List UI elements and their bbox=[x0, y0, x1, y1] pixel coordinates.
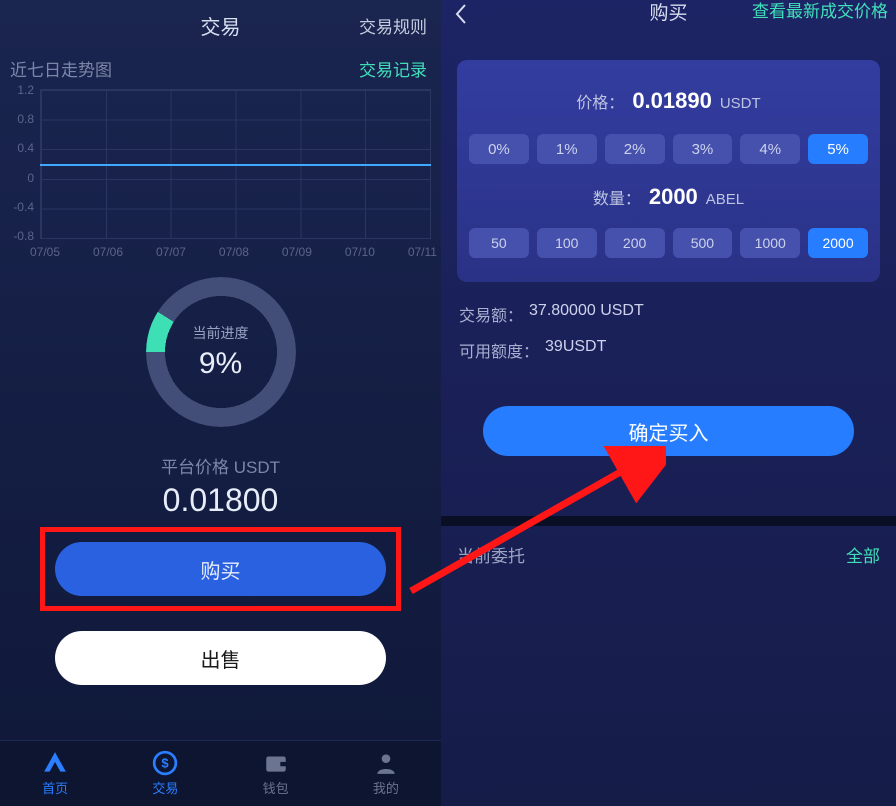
qty-chip-200[interactable]: 200 bbox=[605, 228, 665, 258]
left-header: 交易 交易规则 bbox=[0, 0, 441, 50]
amount-label: 交易额： bbox=[459, 302, 523, 326]
chart-header-row: 近七日走势图 交易记录 bbox=[0, 50, 441, 83]
nav-mine[interactable]: 我的 bbox=[331, 741, 441, 806]
pct-chip-2[interactable]: 2% bbox=[605, 134, 665, 164]
nav-label: 首页 bbox=[42, 778, 68, 797]
orders-all-link[interactable]: 全部 bbox=[846, 542, 880, 567]
nav-label: 钱包 bbox=[263, 778, 289, 797]
avail-label: 可用额度： bbox=[459, 338, 539, 362]
confirm-buy-button[interactable]: 确定买入 bbox=[483, 406, 854, 456]
svg-text:$: $ bbox=[162, 755, 170, 770]
section-divider bbox=[441, 516, 896, 526]
x-tick: 07/07 bbox=[156, 245, 186, 259]
trade-icon: $ bbox=[152, 750, 178, 776]
back-icon[interactable] bbox=[453, 3, 469, 32]
orders-label: 当前委托 bbox=[457, 542, 525, 567]
trade-screen: 交易 交易规则 近七日走势图 交易记录 1.2 0.8 0.4 0 -0.4 -… bbox=[0, 0, 441, 806]
qty-value: 2000 bbox=[649, 184, 698, 210]
buy-button[interactable]: 购买 bbox=[55, 542, 386, 596]
price-unit: USDT bbox=[720, 95, 761, 112]
progress-label: 当前进度 bbox=[193, 323, 249, 343]
buy-highlight-box: 购买 bbox=[40, 527, 401, 611]
sell-button[interactable]: 出售 bbox=[55, 631, 386, 685]
bottom-nav: 首页 $ 交易 钱包 我的 bbox=[0, 740, 441, 806]
chart-title: 近七日走势图 bbox=[10, 56, 112, 81]
x-axis-labels: 07/05 07/06 07/07 07/08 07/09 07/10 07/1… bbox=[30, 245, 437, 259]
y-tick: 1.2 bbox=[6, 83, 34, 97]
price-value: 0.01890 bbox=[632, 88, 712, 114]
y-axis-labels: 1.2 0.8 0.4 0 -0.4 -0.8 bbox=[6, 83, 34, 243]
avail-value: 39USDT bbox=[545, 338, 606, 362]
progress-value: 9% bbox=[199, 347, 242, 381]
trade-rules-link[interactable]: 交易规则 bbox=[359, 13, 427, 38]
qty-label: 数量： bbox=[593, 185, 641, 209]
latest-price-link[interactable]: 查看最新成交价格 bbox=[752, 0, 888, 22]
platform-price: 平台价格 USDT 0.01800 bbox=[0, 453, 441, 519]
available-row: 可用额度： 39USDT bbox=[459, 338, 878, 362]
x-tick: 07/09 bbox=[282, 245, 312, 259]
pct-chip-1[interactable]: 1% bbox=[537, 134, 597, 164]
price-value: 0.01800 bbox=[0, 482, 441, 519]
buy-screen: 购买 查看最新成交价格 价格： 0.01890 USDT 0% 1% 2% 3%… bbox=[441, 0, 896, 806]
price-label: 平台价格 USDT bbox=[0, 453, 441, 478]
y-tick: 0.8 bbox=[6, 112, 34, 126]
y-tick: -0.8 bbox=[6, 229, 34, 243]
right-header: 购买 查看最新成交价格 bbox=[441, 0, 896, 34]
price-row: 价格： 0.01890 USDT bbox=[469, 88, 868, 114]
orders-header: 当前委托 全部 bbox=[441, 526, 896, 567]
x-tick: 07/11 bbox=[408, 245, 437, 259]
nav-label: 交易 bbox=[152, 778, 178, 797]
y-tick: 0 bbox=[6, 171, 34, 185]
x-tick: 07/08 bbox=[219, 245, 249, 259]
page-title: 购买 bbox=[649, 0, 687, 25]
qty-chip-100[interactable]: 100 bbox=[537, 228, 597, 258]
x-tick: 07/06 bbox=[93, 245, 123, 259]
ring-center: 当前进度 9% bbox=[146, 277, 296, 427]
trade-records-link[interactable]: 交易记录 bbox=[359, 56, 427, 81]
percent-chips: 0% 1% 2% 3% 4% 5% bbox=[469, 134, 868, 164]
qty-chip-2000[interactable]: 2000 bbox=[808, 228, 868, 258]
trend-chart: 1.2 0.8 0.4 0 -0.4 -0.8 07/05 07/06 07/0… bbox=[0, 83, 441, 263]
pct-chip-0[interactable]: 0% bbox=[469, 134, 529, 164]
y-tick: -0.4 bbox=[6, 200, 34, 214]
amount-value: 37.80000 USDT bbox=[529, 302, 644, 326]
home-icon bbox=[42, 750, 68, 776]
qty-chip-1000[interactable]: 1000 bbox=[740, 228, 800, 258]
x-tick: 07/05 bbox=[30, 245, 60, 259]
trade-amount-row: 交易额： 37.80000 USDT bbox=[459, 302, 878, 326]
quantity-row: 数量： 2000 ABEL bbox=[469, 184, 868, 210]
qty-chip-50[interactable]: 50 bbox=[469, 228, 529, 258]
price-label: 价格： bbox=[576, 89, 624, 113]
nav-wallet[interactable]: 钱包 bbox=[221, 741, 331, 806]
person-icon bbox=[373, 750, 399, 776]
nav-home[interactable]: 首页 bbox=[0, 741, 110, 806]
quantity-chips: 50 100 200 500 1000 2000 bbox=[469, 228, 868, 258]
qty-unit: ABEL bbox=[706, 191, 744, 208]
pct-chip-5[interactable]: 5% bbox=[808, 134, 868, 164]
nav-trade[interactable]: $ 交易 bbox=[110, 741, 220, 806]
page-title: 交易 bbox=[201, 11, 241, 40]
pct-chip-3[interactable]: 3% bbox=[673, 134, 733, 164]
nav-label: 我的 bbox=[373, 778, 399, 797]
buy-form-card: 价格： 0.01890 USDT 0% 1% 2% 3% 4% 5% 数量： 2… bbox=[457, 60, 880, 282]
qty-chip-500[interactable]: 500 bbox=[673, 228, 733, 258]
y-tick: 0.4 bbox=[6, 141, 34, 155]
pct-chip-4[interactable]: 4% bbox=[740, 134, 800, 164]
progress-ring: 当前进度 9% bbox=[146, 277, 296, 427]
x-tick: 07/10 bbox=[345, 245, 375, 259]
chart-series-line bbox=[40, 164, 431, 166]
wallet-icon bbox=[263, 750, 289, 776]
progress-ring-wrap: 当前进度 9% bbox=[0, 277, 441, 427]
